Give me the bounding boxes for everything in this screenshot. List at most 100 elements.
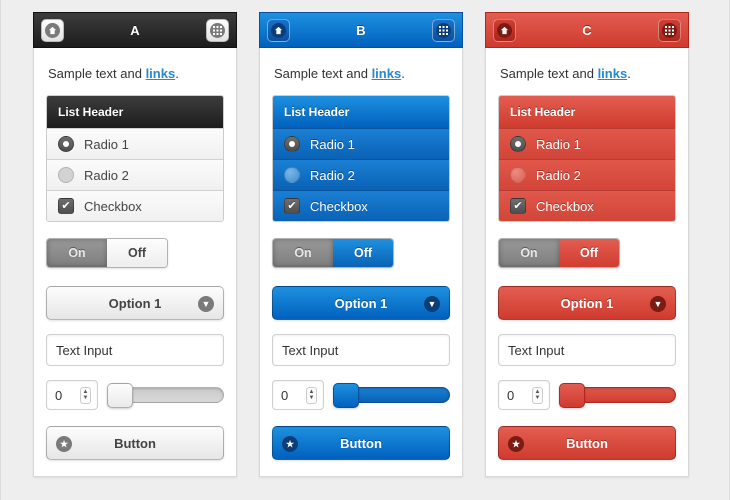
select-menu-a[interactable]: Option 1 ▼ — [46, 286, 224, 320]
spin-down-icon[interactable]: ▼ — [83, 395, 89, 401]
home-button-c[interactable] — [493, 19, 516, 42]
action-button-label: Button — [566, 435, 608, 451]
select-menu-b[interactable]: Option 1 ▼ — [272, 286, 450, 320]
stepper-spin-buttons[interactable]: ▲ ▼ — [532, 386, 543, 404]
swatch-panel-b: B Sample text and links. List Header Rad… — [259, 12, 463, 477]
list-header-b: List Header — [273, 96, 449, 128]
sample-text-b: Sample text and links. — [274, 66, 450, 81]
header-title-b: B — [356, 22, 366, 38]
toggle-on-segment[interactable]: On — [47, 239, 107, 267]
toggle-on-segment[interactable]: On — [499, 239, 559, 267]
sample-link[interactable]: links — [146, 66, 176, 81]
spin-down-icon[interactable]: ▼ — [535, 395, 541, 401]
list-item-checkbox[interactable]: ✔ Checkbox — [273, 190, 449, 221]
chevron-down-icon: ▼ — [424, 296, 440, 312]
slider-row-b: 0 ▲ ▼ — [272, 380, 450, 410]
list-item-radio-1[interactable]: Radio 1 — [499, 128, 675, 159]
toggle-switch-a[interactable]: On Off — [46, 238, 168, 268]
checkbox-checked-icon[interactable]: ✔ — [510, 198, 526, 214]
list-item-radio-2[interactable]: Radio 2 — [273, 159, 449, 190]
header-bar-c: C — [485, 12, 689, 48]
action-button-b[interactable]: ★ Button — [272, 426, 450, 460]
toggle-on-segment[interactable]: On — [273, 239, 333, 267]
radio-unselected-icon[interactable] — [510, 167, 526, 183]
radio-selected-icon[interactable] — [284, 136, 300, 152]
toggle-off-segment[interactable]: Off — [559, 239, 619, 267]
home-icon — [497, 23, 512, 38]
swatch-row-top: A Sample text and links. List Header Rad… — [1, 0, 729, 477]
chevron-down-icon: ▼ — [650, 296, 666, 312]
action-button-c[interactable]: ★ Button — [498, 426, 676, 460]
header-title-c: C — [582, 22, 592, 38]
stepper-b[interactable]: 0 ▲ ▼ — [272, 380, 324, 410]
list-c: List Header Radio 1 Radio 2 ✔ Checkbox — [498, 95, 676, 222]
sample-text-c: Sample text and links. — [500, 66, 676, 81]
radio-unselected-icon[interactable] — [58, 167, 74, 183]
slider-handle[interactable] — [559, 383, 585, 408]
select-value: Option 1 — [108, 295, 162, 311]
home-button-a[interactable] — [41, 19, 64, 42]
radio-unselected-icon[interactable] — [284, 167, 300, 183]
stepper-c[interactable]: 0 ▲ ▼ — [498, 380, 550, 410]
sample-text-suffix: . — [401, 66, 405, 81]
list-b: List Header Radio 1 Radio 2 ✔ Checkbox — [272, 95, 450, 222]
list-item-checkbox[interactable]: ✔ Checkbox — [47, 190, 223, 221]
slider-handle[interactable] — [107, 383, 133, 408]
toggle-switch-b[interactable]: On Off — [272, 238, 394, 268]
list-item-radio-2[interactable]: Radio 2 — [499, 159, 675, 190]
slider-a[interactable] — [107, 383, 224, 408]
select-menu-c[interactable]: Option 1 ▼ — [498, 286, 676, 320]
checkbox-label: Checkbox — [536, 198, 594, 214]
card-b: Sample text and links. List Header Radio… — [259, 48, 463, 477]
chevron-down-icon: ▼ — [198, 296, 214, 312]
stepper-value: 0 — [281, 387, 289, 403]
list-header-c: List Header — [499, 96, 675, 128]
checkbox-checked-icon[interactable]: ✔ — [58, 198, 74, 214]
text-input-a[interactable]: Text Input — [46, 334, 224, 366]
grid-icon — [662, 23, 677, 38]
slider-handle[interactable] — [333, 383, 359, 408]
swatch-panel-a: A Sample text and links. List Header Rad… — [33, 12, 237, 477]
toggle-switch-c[interactable]: On Off — [498, 238, 620, 268]
text-input-b[interactable]: Text Input — [272, 334, 450, 366]
sample-link[interactable]: links — [598, 66, 628, 81]
checkbox-label: Checkbox — [310, 198, 368, 214]
text-input-c[interactable]: Text Input — [498, 334, 676, 366]
grid-icon — [436, 23, 451, 38]
select-value: Option 1 — [334, 295, 388, 311]
toggle-off-segment[interactable]: Off — [107, 239, 167, 267]
radio-selected-icon[interactable] — [58, 136, 74, 152]
stepper-value: 0 — [507, 387, 515, 403]
list-item-radio-1[interactable]: Radio 1 — [273, 128, 449, 159]
grid-button-b[interactable] — [432, 19, 455, 42]
home-icon — [45, 23, 60, 38]
card-a: Sample text and links. List Header Radio… — [33, 48, 237, 477]
action-button-a[interactable]: ★ Button — [46, 426, 224, 460]
swatch-panel-c: C Sample text and links. List Header Rad… — [485, 12, 689, 477]
slider-b[interactable] — [333, 383, 450, 408]
list-a: List Header Radio 1 Radio 2 ✔ Checkbox — [46, 95, 224, 222]
list-item-radio-1[interactable]: Radio 1 — [47, 128, 223, 159]
checkbox-label: Checkbox — [84, 198, 142, 214]
star-icon: ★ — [282, 436, 298, 452]
stepper-spin-buttons[interactable]: ▲ ▼ — [80, 386, 91, 404]
stepper-a[interactable]: 0 ▲ ▼ — [46, 380, 98, 410]
radio-2-label: Radio 2 — [536, 167, 581, 183]
stepper-spin-buttons[interactable]: ▲ ▼ — [306, 386, 317, 404]
slider-row-c: 0 ▲ ▼ — [498, 380, 676, 410]
spin-down-icon[interactable]: ▼ — [309, 395, 315, 401]
toggle-off-segment[interactable]: Off — [333, 239, 393, 267]
grid-button-c[interactable] — [658, 19, 681, 42]
sample-link[interactable]: links — [372, 66, 402, 81]
checkbox-checked-icon[interactable]: ✔ — [284, 198, 300, 214]
radio-selected-icon[interactable] — [510, 136, 526, 152]
list-item-checkbox[interactable]: ✔ Checkbox — [499, 190, 675, 221]
list-item-radio-2[interactable]: Radio 2 — [47, 159, 223, 190]
sample-text-suffix: . — [175, 66, 179, 81]
radio-1-label: Radio 1 — [536, 136, 581, 152]
select-value: Option 1 — [560, 295, 614, 311]
radio-1-label: Radio 1 — [84, 136, 129, 152]
home-button-b[interactable] — [267, 19, 290, 42]
grid-button-a[interactable] — [206, 19, 229, 42]
slider-c[interactable] — [559, 383, 676, 408]
